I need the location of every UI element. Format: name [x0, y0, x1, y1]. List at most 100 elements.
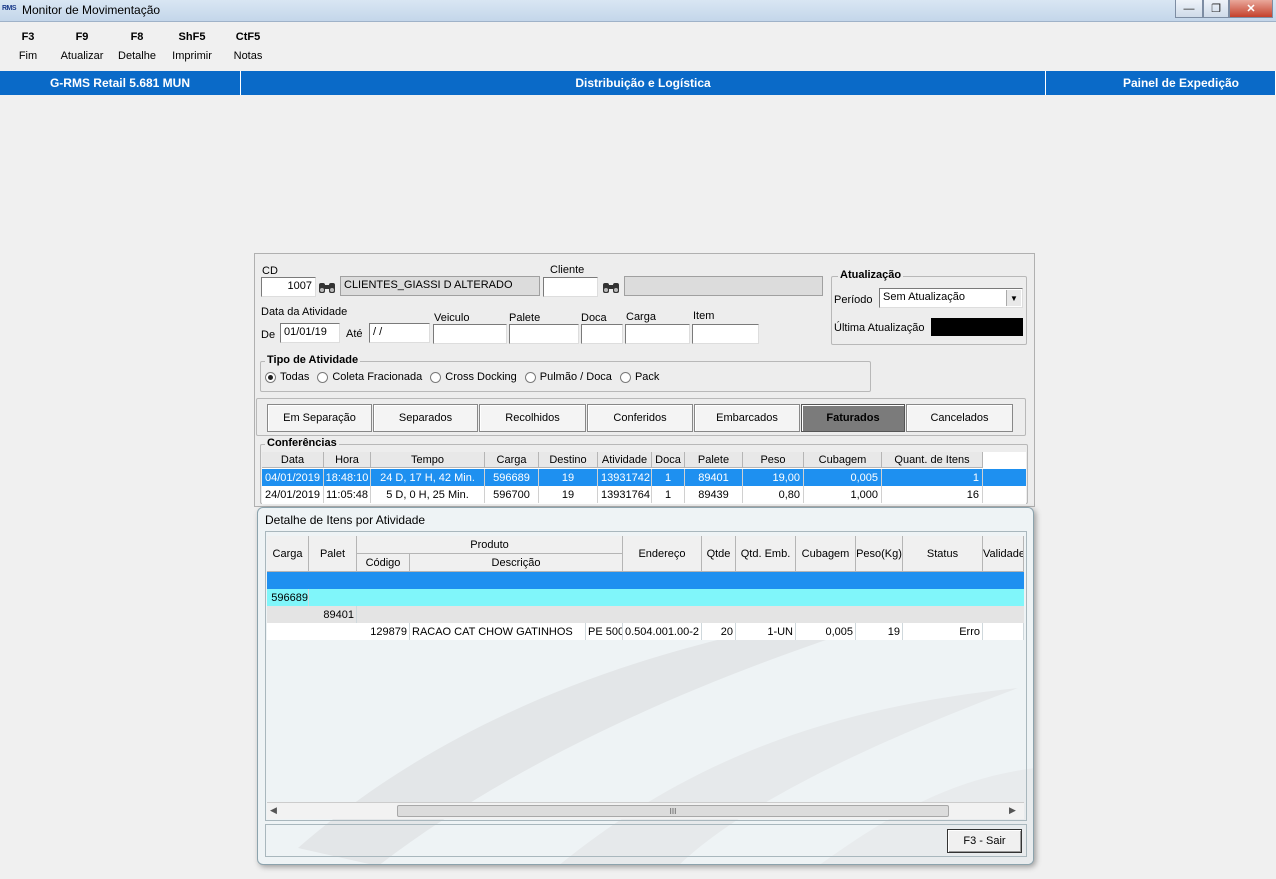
radio-dot	[265, 371, 276, 383]
item-input[interactable]	[692, 324, 759, 344]
fkey-label: Notas	[233, 50, 263, 62]
scroll-right-icon[interactable]: ▶	[1009, 805, 1016, 816]
close-icon: ✕	[1246, 3, 1256, 15]
radio-coleta-fracionada[interactable]: Coleta Fracionada	[317, 371, 422, 383]
palete-input[interactable]	[509, 324, 579, 344]
chevron-down-icon[interactable]: ▼	[1006, 290, 1021, 306]
cell-cubagem: 1,000	[804, 486, 882, 503]
radio-pack[interactable]: Pack	[619, 371, 659, 383]
cell-palet: 89401	[309, 606, 357, 623]
cell-codigo: 129879	[357, 623, 410, 640]
fkey-key: ShF5	[178, 31, 206, 43]
close-button[interactable]: ✕	[1229, 0, 1273, 18]
cliente-input[interactable]	[543, 277, 598, 297]
detalhe-row-palet[interactable]: 89401	[267, 606, 1024, 623]
scroll-left-icon[interactable]: ◀	[270, 805, 277, 816]
col-endereco: Endereço	[623, 536, 702, 572]
tab-em-separacao[interactable]: Em Separação	[267, 404, 372, 432]
restore-icon: ❐	[1211, 3, 1221, 15]
cell-carga: 596689	[267, 589, 309, 606]
tab-separados[interactable]: Separados	[373, 404, 478, 432]
cd-name-field: CLIENTES_GIASSI D ALTERADO	[340, 276, 540, 296]
cell-qtd-emb: 1-UN	[736, 623, 796, 640]
cell-qtde: 20	[702, 623, 736, 640]
radio-dot	[619, 371, 631, 383]
radio-dot	[317, 371, 329, 383]
fkey-label: Imprimir	[172, 50, 212, 62]
minimize-button[interactable]: —	[1175, 0, 1203, 18]
de-date-input[interactable]: 01/01/19	[280, 323, 340, 343]
tab-conferidos[interactable]: Conferidos	[587, 404, 693, 432]
col-hora: Hora	[324, 452, 371, 468]
cell-palete: 89401	[685, 469, 743, 486]
minimize-icon: —	[1183, 2, 1195, 15]
detalhe-grid: Carga Palet Produto Código Descrição End…	[267, 534, 1024, 820]
cell-tempo: 5 D, 0 H, 25 Min.	[371, 486, 485, 503]
detalhe-row-item[interactable]: 129879 RACAO CAT CHOW GATINHOS PE 500 0.…	[267, 623, 1024, 640]
col-descricao: Descrição	[410, 554, 623, 572]
fkey-fim[interactable]: F3 Fim	[8, 31, 48, 62]
col-peso: Peso(Kg)	[856, 536, 903, 572]
fkey-key: CtF5	[235, 31, 261, 43]
conferencia-row[interactable]: 04/01/2019 18:48:10 24 D, 17 H, 42 Min. 596…	[262, 469, 1026, 486]
fkey-label: Detalhe	[118, 50, 156, 62]
tab-faturados[interactable]: Faturados	[801, 404, 905, 432]
cd-search-button[interactable]	[317, 277, 337, 297]
cell-destino: 19	[539, 469, 598, 486]
ate-date-input[interactable]: / /	[369, 323, 430, 343]
cell-cubagem: 0,005	[796, 623, 856, 640]
cliente-search-button[interactable]	[601, 277, 621, 297]
cell-cubagem: 0,005	[804, 469, 882, 486]
veiculo-input[interactable]	[433, 324, 507, 344]
veiculo-label: Veiculo	[434, 312, 470, 324]
col-atividade: Atividade	[598, 452, 652, 468]
fkey-detalhe[interactable]: F8 Detalhe	[114, 31, 160, 62]
carga-label: Carga	[626, 311, 656, 323]
cell-data: 04/01/2019	[262, 469, 324, 486]
cell-palete: 89439	[685, 486, 743, 503]
cell-destino: 19	[539, 486, 598, 503]
sair-button[interactable]: F3 - Sair	[947, 829, 1022, 853]
tab-cancelados[interactable]: Cancelados	[906, 404, 1013, 432]
cell-carga: 596700	[485, 486, 539, 503]
detalhe-row-carga[interactable]: 596689	[267, 589, 1024, 606]
cell-data: 24/01/2019	[262, 486, 324, 503]
band-module: Distribuição e Logística	[241, 71, 1046, 95]
horizontal-scrollbar[interactable]: ◀ III ▶	[267, 802, 1024, 819]
cd-input[interactable]: 1007	[261, 277, 316, 297]
fkey-label: Atualizar	[60, 50, 104, 62]
fkey-key: F9	[75, 31, 89, 43]
radio-pulmao-doca[interactable]: Pulmão / Doca	[524, 371, 612, 383]
fkey-notas[interactable]: CtF5 Notas	[226, 31, 270, 62]
radio-todas[interactable]: Todas	[265, 371, 309, 383]
cliente-label: Cliente	[550, 264, 585, 276]
cell-atividade: 13931764	[598, 486, 652, 503]
cell-hora: 11:05:48	[324, 486, 371, 503]
col-carga: Carga	[485, 452, 539, 468]
binoculars-icon	[319, 283, 335, 293]
cell-validade	[983, 623, 1024, 640]
fkey-imprimir[interactable]: ShF5 Imprimir	[166, 31, 218, 62]
fkey-atualizar[interactable]: F9 Atualizar	[56, 31, 108, 62]
conferencia-row[interactable]: 24/01/2019 11:05:48 5 D, 0 H, 25 Min. 59670…	[262, 486, 1026, 503]
band-system: G-RMS Retail 5.681 MUN	[0, 71, 241, 95]
col-codigo: Código	[357, 554, 410, 572]
radio-label: Coleta Fracionada	[332, 371, 423, 383]
col-peso: Peso	[743, 452, 804, 468]
carga-input[interactable]	[625, 324, 690, 344]
doca-input[interactable]	[581, 324, 623, 344]
scroll-thumb[interactable]: III	[397, 805, 949, 817]
radio-dot	[524, 371, 536, 383]
radio-cross-docking[interactable]: Cross Docking	[430, 371, 517, 383]
tab-embarcados[interactable]: Embarcados	[694, 404, 800, 432]
periodo-select[interactable]: Sem Atualização ▼	[879, 288, 1023, 308]
tab-recolhidos[interactable]: Recolhidos	[479, 404, 586, 432]
restore-button[interactable]: ❐	[1203, 0, 1229, 18]
ate-label: Até	[346, 328, 363, 340]
col-data: Data	[262, 452, 324, 468]
detalhe-row-selected[interactable]	[267, 572, 1024, 589]
fkey-key: F3	[21, 31, 35, 43]
detalhe-dialog: Detalhe de Itens por Atividade Carga Pal…	[257, 507, 1034, 865]
col-tempo: Tempo	[371, 452, 485, 468]
title-bar: RMS Monitor de Movimentação — ❐ ✕	[0, 0, 1276, 22]
